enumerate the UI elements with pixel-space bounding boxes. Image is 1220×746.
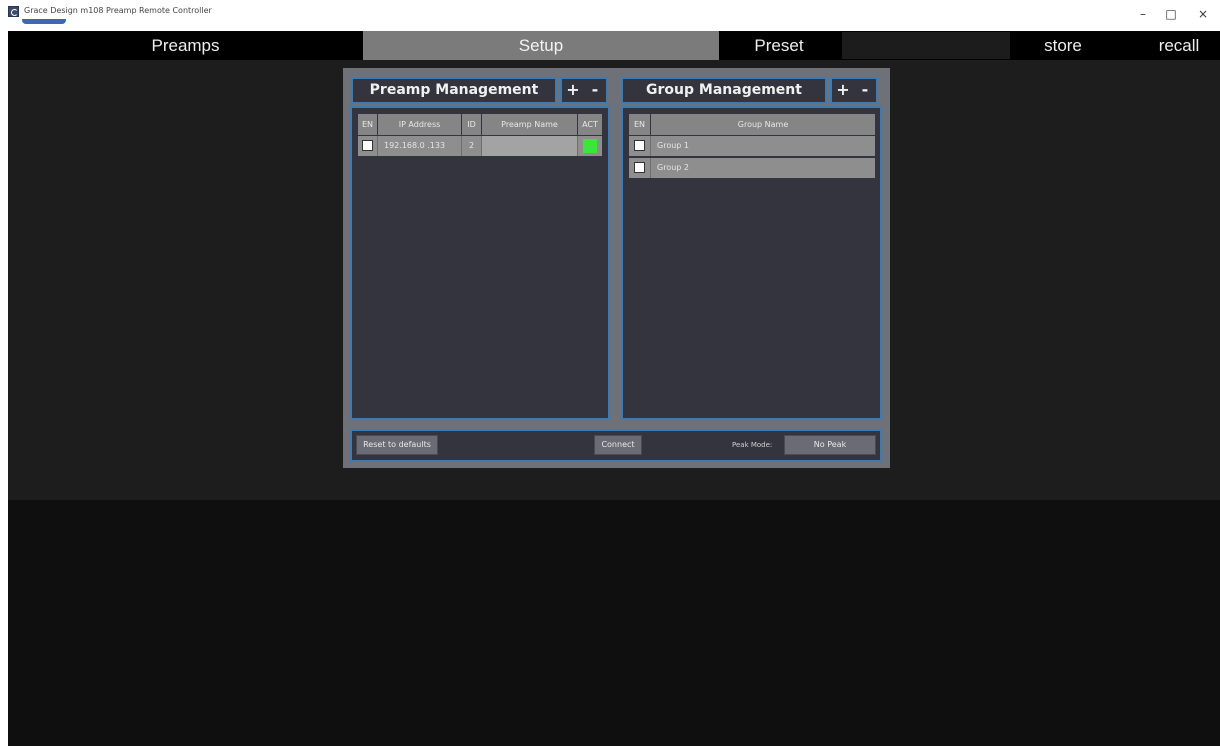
connect-button[interactable]: Connect	[594, 435, 642, 455]
preset-name-field[interactable]	[842, 32, 1010, 59]
title-bar: Grace Design m108 Preamp Remote Controll…	[0, 0, 1220, 30]
col-id: ID	[462, 114, 482, 135]
app-logo-icon	[8, 6, 19, 17]
title-accent-decoration	[22, 19, 66, 24]
group-enable-checkbox[interactable]	[634, 162, 645, 173]
table-row[interactable]: Group 1	[629, 136, 875, 156]
table-row[interactable]: 192.168.0 .133 2	[358, 136, 602, 156]
lower-area	[8, 500, 1220, 746]
col-preamp-name: Preamp Name	[482, 114, 578, 135]
peak-mode-select[interactable]: No Peak	[784, 435, 876, 455]
window-title: Grace Design m108 Preamp Remote Controll…	[24, 6, 212, 15]
col-act: ACT	[582, 120, 598, 129]
col-group-name: Group Name	[737, 120, 789, 129]
col-en: EN	[358, 114, 378, 135]
preamp-management-title: Preamp Management	[351, 77, 557, 104]
row-act-cell	[578, 136, 602, 156]
row-ip-address: 192.168.0 .133	[378, 136, 462, 156]
setup-footer: Reset to defaults Connect Peak Mode: No …	[350, 429, 882, 462]
table-row[interactable]: Group 2	[629, 158, 875, 178]
col-ip-address: IP Address	[378, 114, 462, 135]
add-preamp-button[interactable]: +	[563, 79, 583, 102]
preamp-table-header: EN IP Address ID Preamp Name ACT	[358, 114, 602, 135]
preamp-table-panel: EN IP Address ID Preamp Name ACT 192.168…	[350, 106, 610, 420]
preamp-enable-checkbox[interactable]	[362, 140, 373, 151]
remove-preamp-button[interactable]: -	[585, 79, 605, 102]
recall-button[interactable]: recall	[1138, 31, 1220, 60]
group-name: Group 2	[657, 163, 689, 172]
store-button[interactable]: store	[1018, 31, 1108, 60]
minimize-button[interactable]: –	[1130, 4, 1156, 24]
peak-mode-label: Peak Mode:	[732, 441, 773, 449]
group-table-header: EN Group Name	[629, 114, 875, 135]
group-table-panel: EN Group Name Group 1 Group 2	[621, 106, 882, 420]
group-add-remove-group: + -	[830, 77, 878, 104]
reset-to-defaults-button[interactable]: Reset to defaults	[356, 435, 438, 455]
group-name: Group 1	[657, 141, 689, 150]
preamp-add-remove-group: + -	[560, 77, 608, 104]
tab-setup[interactable]: Setup	[363, 31, 719, 60]
add-group-button[interactable]: +	[833, 79, 853, 102]
preamp-name-field[interactable]	[482, 136, 578, 156]
row-en-cell	[629, 136, 651, 156]
close-button[interactable]: ×	[1190, 4, 1216, 24]
row-id: 2	[462, 136, 482, 156]
row-en-cell	[629, 158, 651, 178]
top-nav: Preamps Setup Preset store recall	[8, 31, 1220, 60]
remove-group-button[interactable]: -	[855, 79, 875, 102]
col-en: EN	[629, 114, 651, 135]
act-indicator	[583, 139, 597, 153]
tab-preset[interactable]: Preset	[719, 31, 839, 60]
maximize-button[interactable]: □	[1158, 4, 1184, 24]
tab-preamps[interactable]: Preamps	[8, 31, 363, 60]
row-en-cell	[358, 136, 378, 156]
group-management-title: Group Management	[621, 77, 827, 104]
setup-panel: Preamp Management + - EN IP Address ID P…	[343, 68, 890, 468]
group-enable-checkbox[interactable]	[634, 140, 645, 151]
